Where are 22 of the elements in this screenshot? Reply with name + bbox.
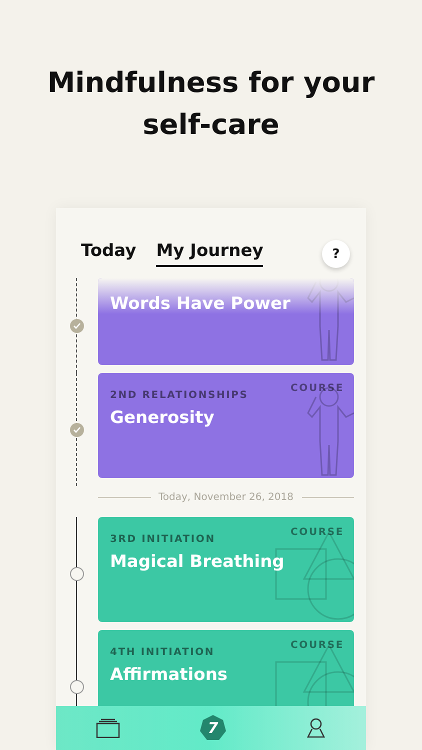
course-title: Magical Breathing [110,552,286,572]
cards-icon[interactable] [96,718,120,738]
course-category: 3RD INITIATION [110,534,216,545]
help-button[interactable]: ? [322,240,350,268]
date-label: Today, November 26, 2018 [158,492,294,503]
course-category: 2ND RELATIONSHIPS [110,390,248,401]
course-title: Affirmations [110,665,229,685]
course-tag: COURSE [290,640,344,651]
course-title: Words Have Power [110,294,292,314]
course-card[interactable]: 2ND RELATIONSHIPS COURSE Generosity [98,373,354,478]
course-card[interactable]: 3RD INITIATION COURSE Magical Breathing [98,517,354,622]
course-category: 4TH INITIATION [110,647,215,658]
tab[interactable]: My Journey [156,241,264,267]
course-card[interactable]: 4TH INITIATION COURSE Affirmations [98,630,354,706]
course-tag: COURSE [290,527,344,538]
logo[interactable]: 7 [198,714,227,742]
profile-icon[interactable] [306,718,326,738]
course-title: Generosity [110,408,216,428]
course-tag: COURSE [290,383,344,394]
headline: Mindfulness for your self-care [46,65,376,143]
tab[interactable]: Today [81,241,136,267]
course-card[interactable]: Words Have Power [98,278,354,365]
